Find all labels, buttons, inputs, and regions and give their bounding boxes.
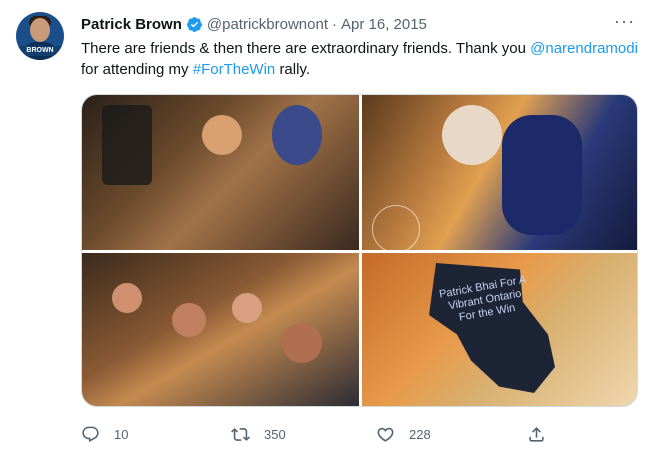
tweet-text-prefix: There are friends & then there are extra… <box>81 40 526 57</box>
tweet: BROWN Patrick Brown @patrickbrownont · A… <box>0 0 654 457</box>
mention-link[interactable]: @narendramodi <box>530 40 638 57</box>
media-grid: Patrick Bhai For A Vibrant Ontario For t… <box>81 94 638 407</box>
like-button[interactable]: 228 <box>376 424 431 444</box>
author-name[interactable]: Patrick Brown <box>81 16 182 33</box>
photo-ontario-pin[interactable]: Patrick Bhai For A Vibrant Ontario For t… <box>362 253 637 406</box>
reply-count: 10 <box>114 426 129 442</box>
retweet-count: 350 <box>264 426 286 442</box>
tweet-text-suffix: rally. <box>279 61 310 78</box>
avatar-banner-text: BROWN <box>18 46 62 56</box>
tweet-text-mid: for attending my <box>81 61 189 78</box>
reply-icon <box>82 426 99 442</box>
reply-button[interactable]: 10 <box>81 424 128 444</box>
verified-badge-icon <box>186 16 203 33</box>
share-button[interactable] <box>527 424 546 444</box>
avatar-face <box>30 18 50 42</box>
tweet-date[interactable]: Apr 16, 2015 <box>341 16 427 33</box>
author-handle[interactable]: @patrickbrownont <box>207 16 328 33</box>
retweet-button[interactable]: 350 <box>231 424 286 444</box>
tweet-actions: 10 350 228 <box>81 424 641 444</box>
hashtag-link[interactable]: #ForTheWin <box>193 61 276 78</box>
like-count: 228 <box>409 426 431 442</box>
retweet-icon <box>231 427 250 441</box>
heart-icon <box>377 427 394 442</box>
separator-dot: · <box>332 15 337 33</box>
avatar[interactable]: BROWN <box>16 12 64 60</box>
photo-rally-crowd[interactable] <box>82 253 359 406</box>
photo-hug[interactable] <box>362 95 637 250</box>
tweet-header: Patrick Brown @patrickbrownont · Apr 16,… <box>81 14 427 34</box>
share-icon <box>529 426 544 442</box>
photo-crowd-phones[interactable] <box>82 95 359 250</box>
more-options-icon[interactable]: ··· <box>614 12 634 34</box>
tweet-text: There are friends & then there are extra… <box>81 38 641 80</box>
